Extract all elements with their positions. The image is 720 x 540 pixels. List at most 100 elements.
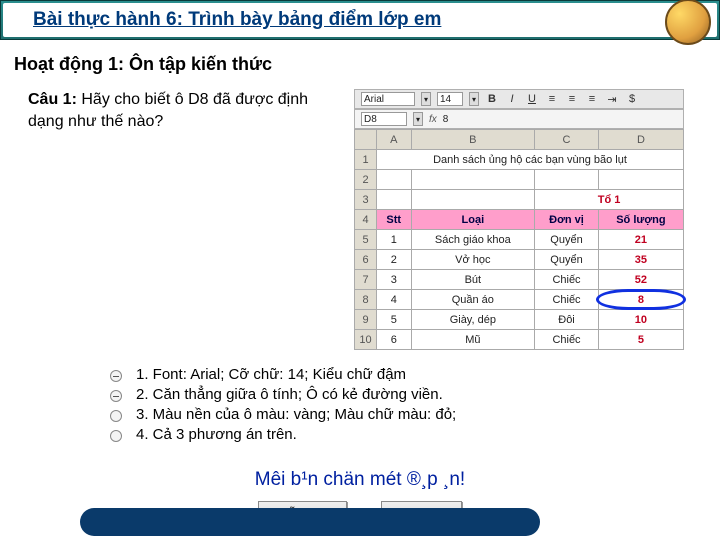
cell: Bút xyxy=(411,270,535,290)
radio-icon[interactable] xyxy=(110,370,122,382)
option-text: 2. Căn thẳng giữa ô tính; Ô có kẻ đường … xyxy=(136,386,443,403)
cell: Chiếc xyxy=(535,290,599,310)
col-header: C xyxy=(535,130,599,150)
cell: Chiếc xyxy=(535,330,599,350)
option-row[interactable]: 4. Cả 3 phương án trên. xyxy=(110,426,720,443)
table-row: 3 Tổ 1 xyxy=(355,190,684,210)
row-header: 7 xyxy=(355,270,377,290)
activity-heading: Hoạt động 1: Ôn tập kiến thức xyxy=(14,54,720,75)
page-title: Bài thực hành 6: Trình bày bảng điểm lớp… xyxy=(33,9,441,31)
cell: 2 xyxy=(377,250,412,270)
cell: 10 xyxy=(598,310,683,330)
title-bar: Bài thực hành 6: Trình bày bảng điểm lớp… xyxy=(0,0,720,40)
row-header: 5 xyxy=(355,230,377,250)
merged-cell: Danh sách ủng hộ các bạn vùng bão lụt xyxy=(377,150,684,170)
row-header: 8 xyxy=(355,290,377,310)
radio-icon[interactable] xyxy=(110,390,122,402)
row-header: 4 xyxy=(355,210,377,230)
answer-options: 1. Font: Arial; Cỡ chữ: 14; Kiểu chữ đậm… xyxy=(110,366,720,443)
option-row[interactable]: 1. Font: Arial; Cỡ chữ: 14; Kiểu chữ đậm xyxy=(110,366,720,383)
col-header: D xyxy=(598,130,683,150)
cell: Quần áo xyxy=(411,290,535,310)
question-text: Câu 1: Hãy cho biết ô D8 đã được định dạ… xyxy=(28,89,338,350)
spreadsheet-screenshot: Arial ▾ 14 ▾ B I U ≡ ≡ ≡ ⇥ $ D8 ▾ fx 8 A… xyxy=(354,89,684,350)
cell: 8 xyxy=(598,290,683,310)
option-row[interactable]: 3. Màu nền của ô màu: vàng; Màu chữ màu:… xyxy=(110,406,720,423)
table-row: 1Danh sách ủng hộ các bạn vùng bão lụt xyxy=(355,150,684,170)
italic-icon[interactable]: I xyxy=(505,93,519,105)
cell: Giày, dép xyxy=(411,310,535,330)
align-center-icon[interactable]: ≡ xyxy=(565,93,579,105)
cell: Sách giáo khoa xyxy=(411,230,535,250)
table-row: 106MũChiếc5 xyxy=(355,330,684,350)
group-label: Tổ 1 xyxy=(535,190,684,210)
col-header: B xyxy=(411,130,535,150)
dropdown-icon[interactable]: ▾ xyxy=(421,92,431,106)
col-header xyxy=(355,130,377,150)
cell: 21 xyxy=(598,230,683,250)
formula-bar: D8 ▾ fx 8 xyxy=(354,109,684,129)
radio-icon[interactable] xyxy=(110,430,122,442)
cell: Mũ xyxy=(411,330,535,350)
cell: 4 xyxy=(377,290,412,310)
option-text: 4. Cả 3 phương án trên. xyxy=(136,426,297,443)
cell xyxy=(377,170,412,190)
cell: Đơn vị xyxy=(535,210,599,230)
cell: Quyển xyxy=(535,230,599,250)
table-row: 2 xyxy=(355,170,684,190)
row-header: 2 xyxy=(355,170,377,190)
bold-icon[interactable]: B xyxy=(485,93,499,105)
row-header: 6 xyxy=(355,250,377,270)
ss-toolbar: Arial ▾ 14 ▾ B I U ≡ ≡ ≡ ⇥ $ xyxy=(354,89,684,109)
row-header: 10 xyxy=(355,330,377,350)
cell: Stt xyxy=(377,210,412,230)
option-text: 3. Màu nền của ô màu: vàng; Màu chữ màu:… xyxy=(136,406,456,423)
align-right-icon[interactable]: ≡ xyxy=(585,93,599,105)
cell: 1 xyxy=(377,230,412,250)
currency-icon[interactable]: $ xyxy=(625,93,639,105)
formula-value: 8 xyxy=(443,114,449,125)
cell: Quyển xyxy=(535,250,599,270)
table-row: 95Giày, dépĐôi10 xyxy=(355,310,684,330)
cell: Chiếc xyxy=(535,270,599,290)
cell: Vở học xyxy=(411,250,535,270)
prompt-message: Mêi b¹n chän mét ®¸p ¸n! xyxy=(0,469,720,491)
cell: 3 xyxy=(377,270,412,290)
cell: 6 xyxy=(377,330,412,350)
spreadsheet-grid: ABCD 1Danh sách ủng hộ các bạn vùng bão … xyxy=(354,129,684,350)
table-row: 84Quần áoChiếc8 xyxy=(355,290,684,310)
option-text: 1. Font: Arial; Cỡ chữ: 14; Kiểu chữ đậm xyxy=(136,366,406,383)
footer-pill xyxy=(80,508,540,536)
row-header: 9 xyxy=(355,310,377,330)
cell: 52 xyxy=(598,270,683,290)
radio-icon[interactable] xyxy=(110,410,122,422)
col-header: A xyxy=(377,130,412,150)
row-header: 3 xyxy=(355,190,377,210)
dropdown-icon[interactable]: ▾ xyxy=(413,112,423,126)
option-row[interactable]: 2. Căn thẳng giữa ô tính; Ô có kẻ đường … xyxy=(110,386,720,403)
logo-badge xyxy=(665,0,711,45)
underline-icon[interactable]: U xyxy=(525,93,539,105)
table-row: 51Sách giáo khoaQuyển21 xyxy=(355,230,684,250)
table-row: 62Vở họcQuyển35 xyxy=(355,250,684,270)
fx-icon[interactable]: fx xyxy=(429,114,437,125)
cell: 5 xyxy=(598,330,683,350)
size-selector[interactable]: 14 xyxy=(437,92,463,106)
cell: Đôi xyxy=(535,310,599,330)
dropdown-icon[interactable]: ▾ xyxy=(469,92,479,106)
cell: Loại xyxy=(411,210,535,230)
question-label: Câu 1: xyxy=(28,91,77,108)
table-row: 73BútChiếc52 xyxy=(355,270,684,290)
cell: 35 xyxy=(598,250,683,270)
table-row: 4SttLoạiĐơn vịSố lượng xyxy=(355,210,684,230)
align-left-icon[interactable]: ≡ xyxy=(545,93,559,105)
font-selector[interactable]: Arial xyxy=(361,92,415,106)
name-box[interactable]: D8 xyxy=(361,112,407,126)
merge-icon[interactable]: ⇥ xyxy=(605,93,619,106)
cell xyxy=(598,170,683,190)
cell: 5 xyxy=(377,310,412,330)
cell xyxy=(535,170,599,190)
row-header: 1 xyxy=(355,150,377,170)
cell: Số lượng xyxy=(598,210,683,230)
cell xyxy=(411,170,535,190)
